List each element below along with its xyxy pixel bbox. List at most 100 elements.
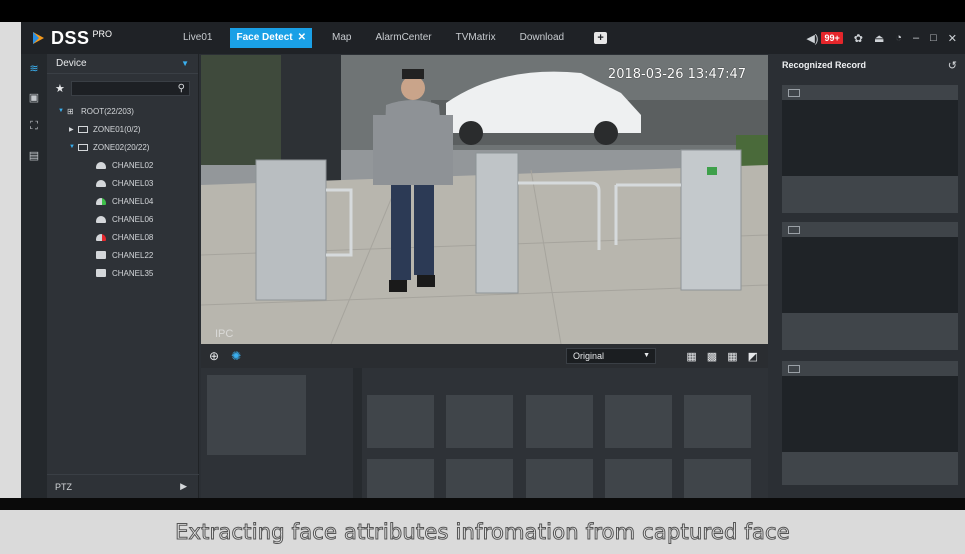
minimize-icon[interactable]: – — [913, 32, 919, 44]
add-tab-icon[interactable]: + — [594, 32, 608, 44]
video-timestamp: 2018-03-26 13:47:47 — [607, 67, 746, 82]
face-detect-toggle-icon[interactable]: ✺ — [231, 349, 241, 363]
snapshot-tile[interactable] — [526, 395, 593, 448]
snapshot-tile[interactable] — [605, 459, 672, 498]
favorite-star-icon[interactable]: ★ — [55, 82, 71, 95]
video-caption-bar: Extracting face attributes infromation f… — [0, 510, 965, 554]
record-card-body — [782, 237, 958, 313]
snapshot-tile[interactable] — [605, 395, 672, 448]
playback-icon[interactable]: ⊕ — [209, 349, 219, 363]
close-tab-icon[interactable]: ✕ — [298, 32, 306, 43]
collapse-arrow-icon[interactable]: ▶ — [69, 126, 78, 133]
dropdown-arrow-icon: ▼ — [643, 352, 650, 359]
snapshot-tile[interactable] — [526, 459, 593, 498]
ptz-label: PTZ — [55, 481, 72, 492]
tree-node-label: ROOT(22/203) — [81, 106, 134, 116]
report-icon[interactable]: ▤ — [21, 141, 47, 170]
tab-face-detect[interactable]: Face Detect ✕ — [230, 28, 312, 48]
video-caption-text: Extracting face attributes infromation f… — [175, 520, 791, 545]
tree-node-zone01[interactable]: ▶ ZONE01(0/2) — [47, 120, 198, 138]
live-video-window[interactable]: 2018-03-26 13:47:47 IPC — [201, 55, 768, 344]
image-icon — [788, 88, 800, 97]
layout-3x3-icon[interactable]: ▩ — [707, 350, 717, 363]
device-search-box: ⚲ — [71, 81, 190, 99]
user-icon[interactable]: ⏏ — [874, 32, 884, 45]
image-icon — [788, 364, 800, 373]
channel-label: CHANEL08 — [112, 232, 154, 242]
expand-arrow-icon[interactable]: ▼ — [58, 108, 67, 114]
capture-divider — [353, 368, 362, 498]
tree-node-channel[interactable]: CHANEL04 — [47, 192, 198, 210]
channel-label: CHANEL06 — [112, 214, 154, 224]
recognized-record-panel: Recognized Record ↺ — [770, 54, 965, 498]
bullet-camera-icon — [96, 251, 106, 259]
face-library-icon[interactable]: ▣ — [21, 83, 47, 112]
snapshot-tile[interactable] — [367, 459, 434, 498]
snapshot-tile[interactable] — [684, 395, 751, 448]
fullscreen-icon[interactable]: ◩ — [748, 350, 758, 363]
tree-node-channel[interactable]: CHANEL06 — [47, 210, 198, 228]
device-panel-header[interactable]: Device ▼ — [47, 54, 198, 74]
maximize-icon[interactable]: □ — [930, 32, 937, 44]
video-toolbar: ⊕ ✺ Original ▼ ▦ ▩ ▦ ◩ — [201, 344, 768, 368]
recognized-record-card[interactable] — [782, 361, 958, 489]
tab-label: TVMatrix — [455, 32, 496, 43]
top-letterbox — [0, 0, 965, 22]
tree-node-channel[interactable]: CHANEL08 — [47, 228, 198, 246]
record-card-header — [782, 85, 958, 100]
tab-tvmatrix[interactable]: TVMatrix — [444, 28, 508, 48]
tree-node-channel[interactable]: CHANEL02 — [47, 156, 198, 174]
captured-face-tile[interactable] — [207, 375, 306, 455]
tab-download[interactable]: Download — [508, 28, 576, 48]
bottom-letterbox — [0, 498, 965, 510]
snapshot-tile[interactable] — [367, 395, 434, 448]
device-tree: ▼ ⊞ ROOT(22/203) ▶ ZONE01(0/2) ▼ ZONE02(… — [47, 102, 198, 282]
tab-bar: Live01 Face Detect ✕ Map AlarmCenter TVMa… — [171, 22, 608, 54]
recognized-record-card[interactable] — [782, 222, 958, 350]
tree-node-channel[interactable]: CHANEL22 — [47, 246, 198, 264]
recognized-record-title: Recognized Record — [782, 60, 867, 70]
tab-live01[interactable]: Live01 — [171, 28, 224, 48]
layout-2x2-icon[interactable]: ▦ — [686, 350, 696, 363]
settings-gear-icon[interactable]: ✿ — [854, 32, 863, 45]
dome-camera-alarm-icon — [96, 233, 106, 241]
expand-arrow-icon[interactable]: ▼ — [69, 144, 78, 150]
speedometer-icon[interactable]: ◔ — [895, 32, 902, 44]
device-search-input[interactable] — [72, 85, 172, 99]
chevron-down-icon[interactable]: ▼ — [181, 59, 189, 68]
tab-label: Download — [519, 32, 565, 43]
search-icon[interactable]: ⚲ — [178, 82, 185, 95]
speaker-icon: ◀) — [806, 32, 819, 45]
device-tree-icon[interactable]: ≋ — [21, 54, 47, 83]
title-bar-controls: ◀) 99+ ✿ ⏏ ◔ – □ ✕ — [806, 22, 957, 54]
snapshot-tile[interactable] — [446, 459, 513, 498]
tree-node-root[interactable]: ▼ ⊞ ROOT(22/203) — [47, 102, 198, 120]
ptz-panel-toggle[interactable]: PTZ ▶ — [47, 474, 199, 498]
layout-4x4-icon[interactable]: ▦ — [727, 350, 737, 363]
stream-mode-value: Original — [573, 351, 605, 361]
alarm-indicator[interactable]: ◀) 99+ — [806, 32, 843, 45]
tree-node-channel[interactable]: CHANEL03 — [47, 174, 198, 192]
dome-camera-icon — [96, 179, 106, 187]
channel-label: CHANEL22 — [112, 250, 154, 260]
bullet-camera-icon — [96, 269, 106, 277]
snapshot-tile[interactable] — [684, 459, 751, 498]
left-icon-rail: ≋ ▣ ⛶ ▤ — [21, 54, 47, 498]
tab-map[interactable]: Map — [320, 28, 363, 48]
logo-icon — [31, 31, 45, 45]
face-search-icon[interactable]: ⛶ — [21, 112, 47, 141]
snapshot-tile[interactable] — [446, 395, 513, 448]
device-panel-title: Device — [56, 58, 87, 69]
record-card-footer — [782, 176, 958, 213]
chevron-right-icon: ▶ — [180, 481, 187, 491]
close-window-icon[interactable]: ✕ — [948, 32, 957, 45]
recognized-record-card[interactable] — [782, 85, 958, 213]
stream-mode-select[interactable]: Original ▼ — [566, 348, 656, 364]
tab-alarmcenter[interactable]: AlarmCenter — [363, 28, 443, 48]
tree-node-channel[interactable]: CHANEL35 — [47, 264, 198, 282]
history-icon[interactable]: ↺ — [948, 59, 957, 72]
face-capture-area — [201, 368, 768, 498]
camera-feed-image — [201, 55, 768, 344]
record-card-header — [782, 222, 958, 237]
tree-node-zone02[interactable]: ▼ ZONE02(20/22) — [47, 138, 198, 156]
